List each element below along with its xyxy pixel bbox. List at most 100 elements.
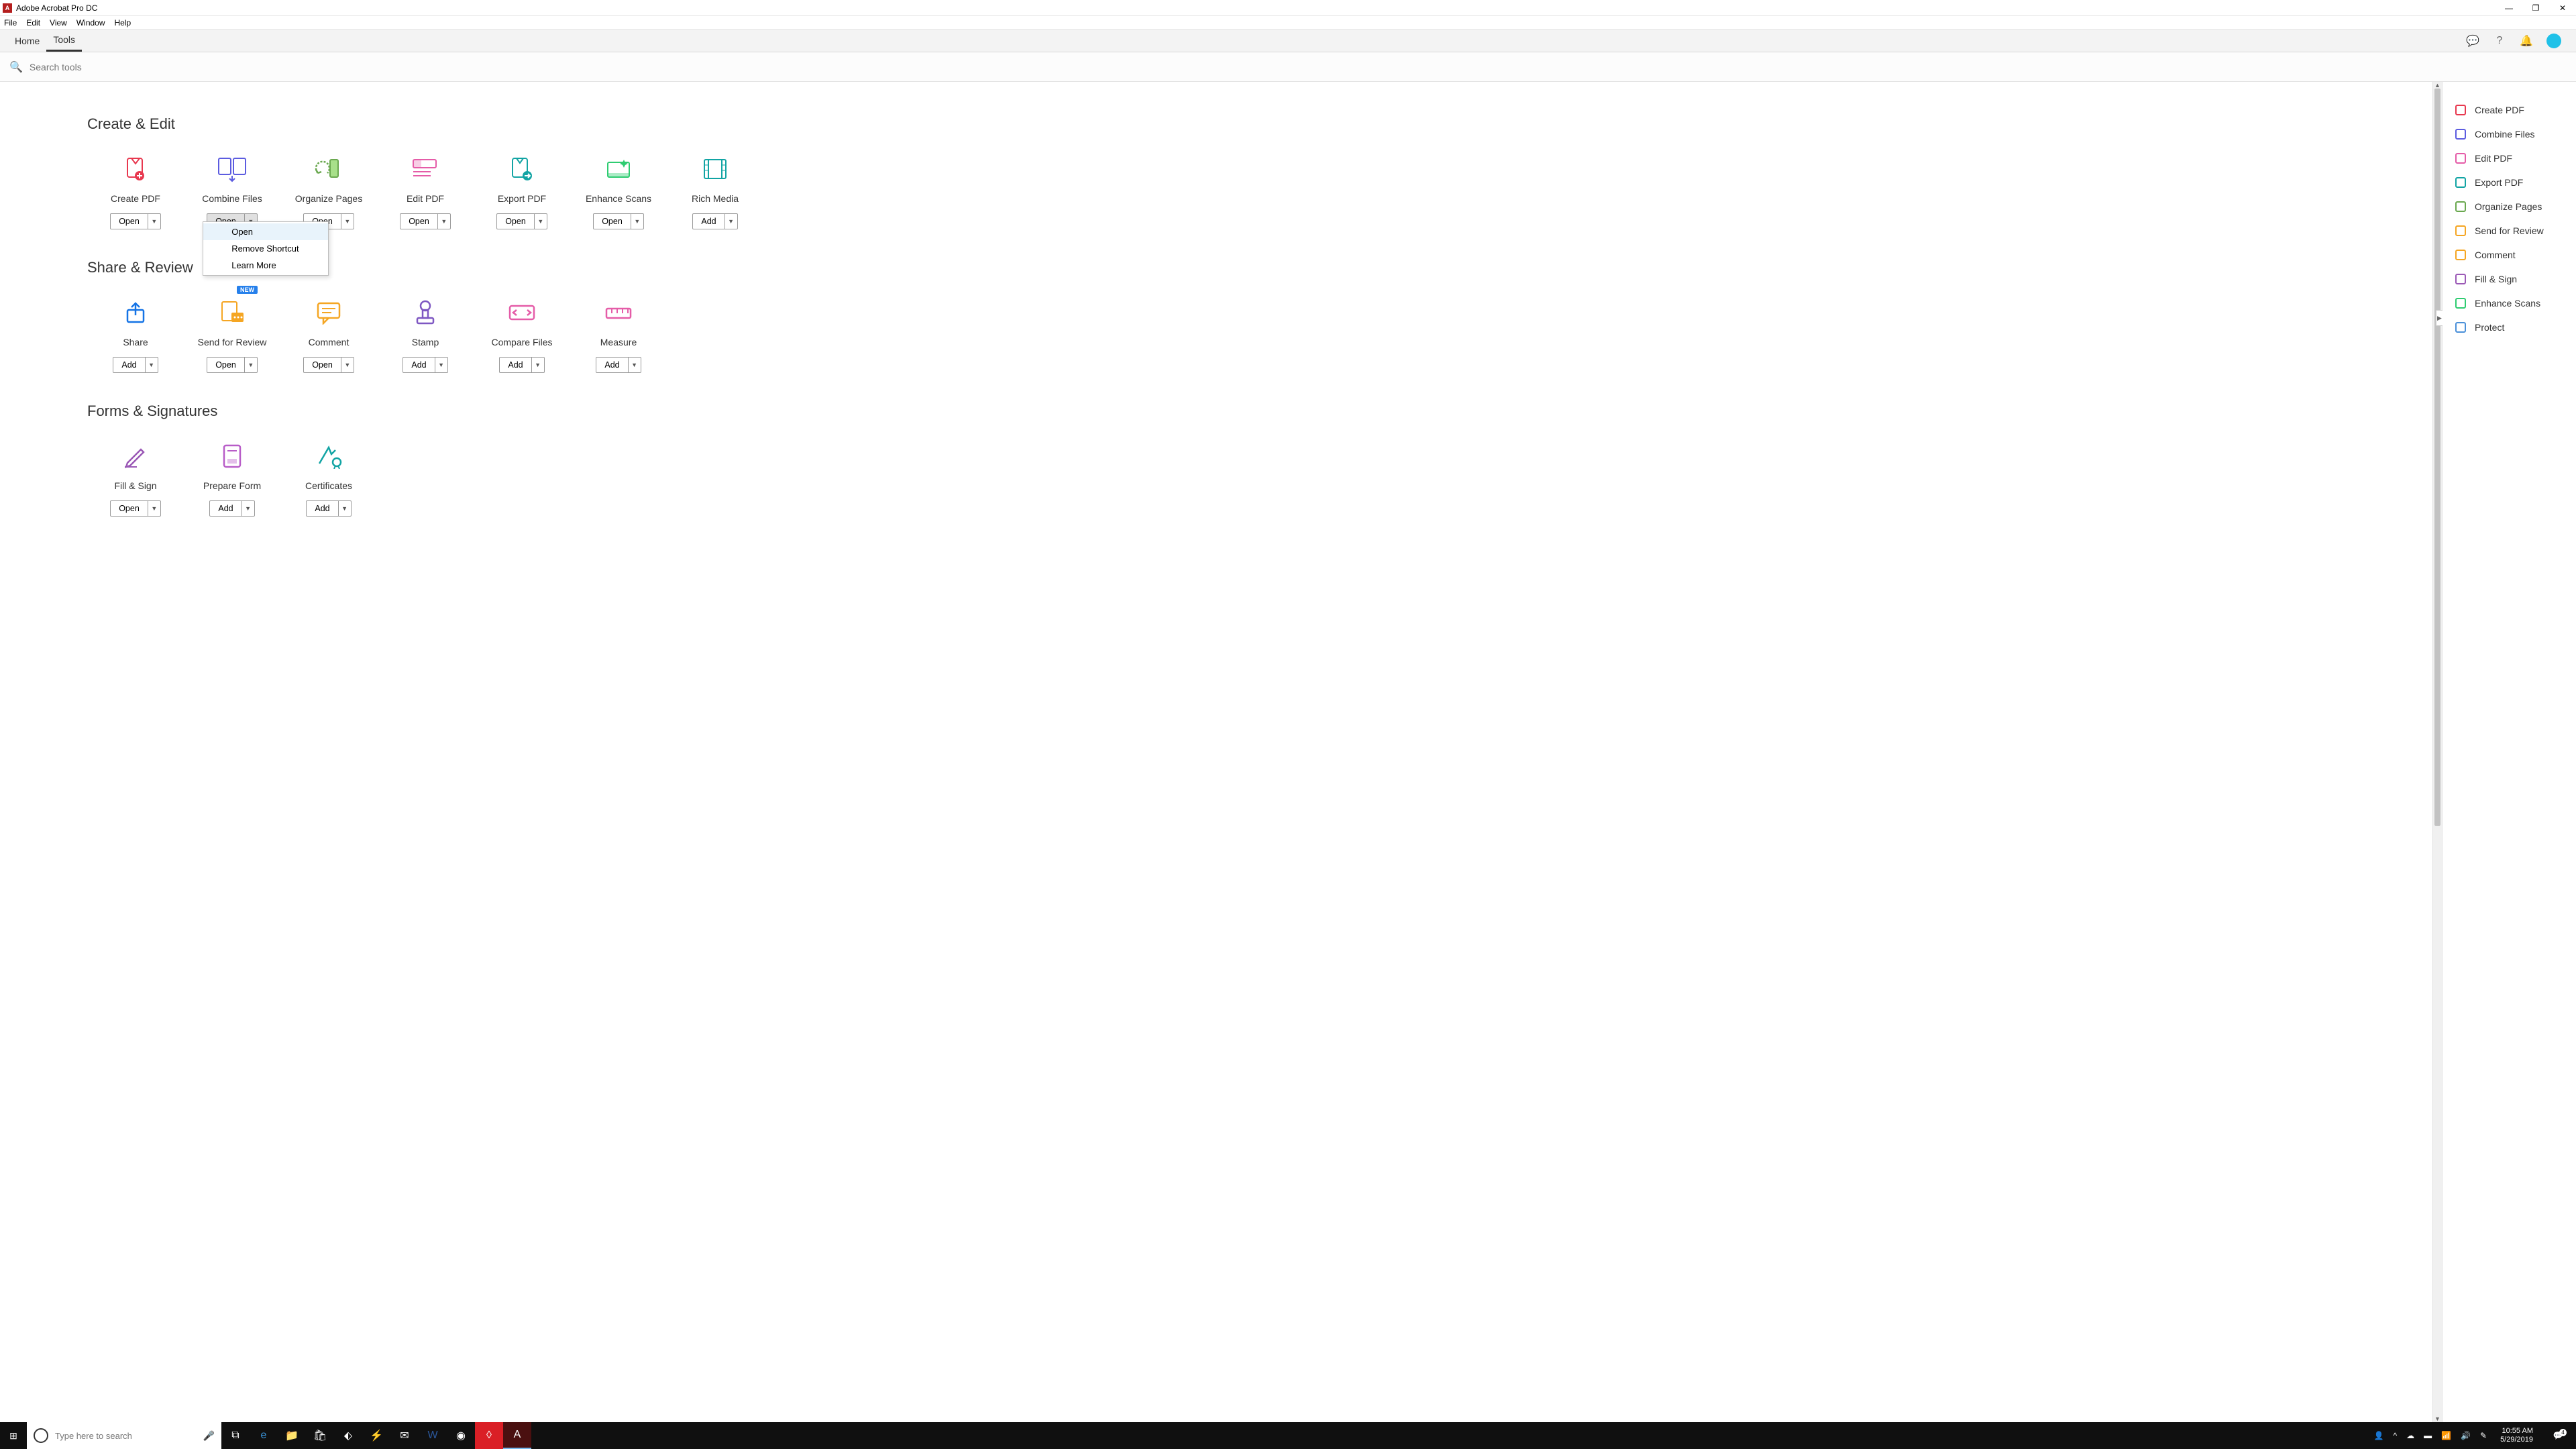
open-button[interactable]: Open▼ <box>110 213 161 229</box>
chevron-down-icon[interactable]: ▼ <box>341 358 354 372</box>
word-icon[interactable]: W <box>419 1422 447 1449</box>
tool-card-compare-files[interactable]: Compare FilesAdd▼ <box>474 288 570 389</box>
menu-view[interactable]: View <box>50 18 67 28</box>
menu-file[interactable]: File <box>4 18 17 28</box>
app-icon-1[interactable]: ⚡ <box>362 1422 390 1449</box>
add-button[interactable]: Add▼ <box>692 213 737 229</box>
taskbar-search[interactable]: 🎤 <box>27 1422 221 1449</box>
chevron-down-icon[interactable]: ▼ <box>631 214 643 229</box>
chevron-down-icon[interactable]: ▼ <box>438 214 450 229</box>
add-button[interactable]: Add▼ <box>402 357 447 373</box>
taskbar-search-input[interactable] <box>55 1431 197 1441</box>
scrollbar[interactable]: ▲ ▼ <box>2432 82 2442 1422</box>
tool-card-export-pdf[interactable]: Export PDFOpen▼ <box>474 145 570 246</box>
open-button[interactable]: Open▼ <box>400 213 451 229</box>
tool-card-fill-sign[interactable]: Fill & SignOpen▼ <box>87 432 184 533</box>
chevron-down-icon[interactable]: ▼ <box>146 358 158 372</box>
tool-card-rich-media[interactable]: Rich MediaAdd▼ <box>667 145 763 246</box>
minimize-button[interactable]: — <box>2505 3 2513 13</box>
tool-card-comment[interactable]: CommentOpen▼ <box>280 288 377 389</box>
edge-icon[interactable]: e <box>250 1422 278 1449</box>
tool-card-share[interactable]: ShareAdd▼ <box>87 288 184 389</box>
creative-cloud-icon[interactable]: ◊ <box>475 1422 503 1449</box>
dropbox-icon[interactable]: ⬖ <box>334 1422 362 1449</box>
sidebar-item-protect[interactable]: Protect <box>2443 315 2576 339</box>
chevron-down-icon[interactable]: ▼ <box>535 214 547 229</box>
start-button[interactable]: ⊞ <box>0 1422 27 1449</box>
search-input[interactable] <box>30 62 2567 72</box>
chevron-down-icon[interactable]: ▼ <box>725 214 737 229</box>
task-view-icon[interactable]: ⧉ <box>221 1422 250 1449</box>
chevron-down-icon[interactable]: ▼ <box>148 501 160 516</box>
sidebar-item-edit-pdf[interactable]: Edit PDF <box>2443 146 2576 170</box>
chevron-down-icon[interactable]: ▼ <box>148 214 160 229</box>
chrome-icon[interactable]: ◉ <box>447 1422 475 1449</box>
battery-icon[interactable]: ▬ <box>2424 1431 2432 1440</box>
scroll-thumb[interactable] <box>2434 89 2440 826</box>
dropdown-item[interactable]: Learn More <box>203 257 328 274</box>
chevron-down-icon[interactable]: ▼ <box>629 358 641 372</box>
tab-home[interactable]: Home <box>8 30 46 52</box>
menu-edit[interactable]: Edit <box>26 18 40 28</box>
chevron-down-icon[interactable]: ▼ <box>532 358 544 372</box>
add-button[interactable]: Add▼ <box>499 357 544 373</box>
sidebar-item-comment[interactable]: Comment <box>2443 243 2576 267</box>
tool-card-send-for-review[interactable]: NEWSend for ReviewOpen▼ <box>184 288 280 389</box>
taskbar-clock[interactable]: 10:55 AM 5/29/2019 <box>2496 1427 2537 1444</box>
sidebar-collapse-button[interactable]: ▶ <box>2436 310 2443 326</box>
menu-window[interactable]: Window <box>76 18 105 28</box>
help-icon[interactable]: ? <box>2493 34 2506 48</box>
menu-help[interactable]: Help <box>115 18 131 28</box>
close-button[interactable]: ✕ <box>2559 3 2567 13</box>
scroll-up-icon[interactable]: ▲ <box>2433 82 2442 89</box>
tool-card-create-pdf[interactable]: Create PDFOpen▼ <box>87 145 184 246</box>
sidebar-item-organize-pages[interactable]: Organize Pages <box>2443 195 2576 219</box>
add-button[interactable]: Add▼ <box>306 500 351 517</box>
add-button[interactable]: Add▼ <box>113 357 158 373</box>
open-button[interactable]: Open▼ <box>303 357 354 373</box>
people-icon[interactable]: 👤 <box>2374 1431 2384 1440</box>
pen-icon[interactable]: ✎ <box>2480 1431 2487 1440</box>
avatar[interactable] <box>2546 34 2561 48</box>
sidebar-item-combine-files[interactable]: Combine Files <box>2443 122 2576 146</box>
tool-card-combine-files[interactable]: Combine FilesOpen▼OpenRemove ShortcutLea… <box>184 145 280 246</box>
open-button[interactable]: Open▼ <box>496 213 547 229</box>
store-icon[interactable]: 🛍 <box>306 1422 334 1449</box>
sidebar-item-create-pdf[interactable]: Create PDF <box>2443 98 2576 122</box>
onedrive-icon[interactable]: ☁ <box>2406 1431 2414 1440</box>
chevron-down-icon[interactable]: ▼ <box>339 501 351 516</box>
chevron-down-icon[interactable]: ▼ <box>435 358 447 372</box>
tool-card-enhance-scans[interactable]: Enhance ScansOpen▼ <box>570 145 667 246</box>
mic-icon[interactable]: 🎤 <box>203 1430 215 1442</box>
tray-chevron-icon[interactable]: ^ <box>2393 1431 2397 1440</box>
chevron-down-icon[interactable]: ▼ <box>242 501 254 516</box>
chevron-down-icon[interactable]: ▼ <box>341 214 354 229</box>
volume-icon[interactable]: 🔊 <box>2461 1431 2471 1440</box>
dropdown-item[interactable]: Remove Shortcut <box>203 240 328 257</box>
scroll-down-icon[interactable]: ▼ <box>2433 1415 2442 1422</box>
tool-card-edit-pdf[interactable]: Edit PDFOpen▼ <box>377 145 474 246</box>
chevron-down-icon[interactable]: ▼ <box>245 358 257 372</box>
tool-card-stamp[interactable]: StampAdd▼ <box>377 288 474 389</box>
action-center-icon[interactable]: 💬4 <box>2546 1431 2569 1440</box>
tool-card-measure[interactable]: MeasureAdd▼ <box>570 288 667 389</box>
acrobat-icon[interactable]: A <box>503 1422 531 1449</box>
notifications-icon[interactable]: 🔔 <box>2520 34 2533 48</box>
add-button[interactable]: Add▼ <box>596 357 641 373</box>
maximize-button[interactable]: ❐ <box>2532 3 2540 13</box>
dropdown-item[interactable]: Open <box>203 223 328 240</box>
chat-icon[interactable]: 💬 <box>2466 34 2479 48</box>
open-button[interactable]: Open▼ <box>207 357 258 373</box>
wifi-icon[interactable]: 📶 <box>2441 1431 2451 1440</box>
sidebar-item-send-for-review[interactable]: Send for Review <box>2443 219 2576 243</box>
tab-tools[interactable]: Tools <box>46 30 82 52</box>
add-button[interactable]: Add▼ <box>209 500 254 517</box>
explorer-icon[interactable]: 📁 <box>278 1422 306 1449</box>
mail-icon[interactable]: ✉ <box>390 1422 419 1449</box>
open-button[interactable]: Open▼ <box>110 500 161 517</box>
open-button[interactable]: Open▼ <box>593 213 644 229</box>
tool-card-certificates[interactable]: CertificatesAdd▼ <box>280 432 377 533</box>
sidebar-item-export-pdf[interactable]: Export PDF <box>2443 170 2576 195</box>
sidebar-item-fill-sign[interactable]: Fill & Sign <box>2443 267 2576 291</box>
tool-card-prepare-form[interactable]: Prepare FormAdd▼ <box>184 432 280 533</box>
